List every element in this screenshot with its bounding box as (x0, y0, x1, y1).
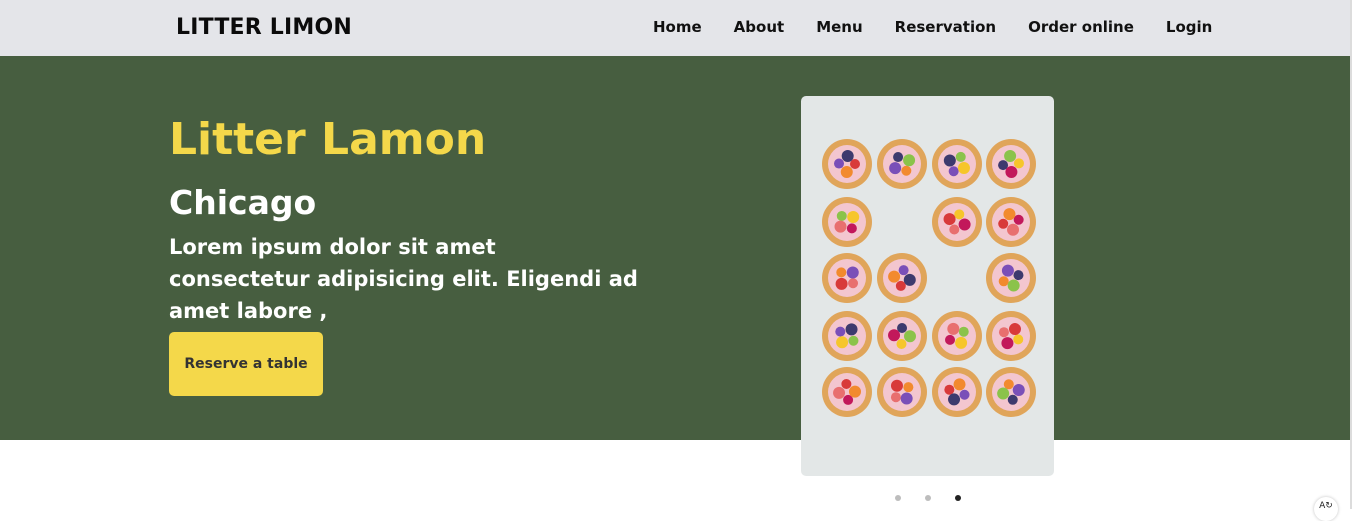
hero-title: Litter Lamon (169, 112, 486, 168)
nav-link-order-online[interactable]: Order online (1028, 18, 1134, 36)
carousel-dot-1[interactable] (895, 495, 901, 501)
carousel-dot-3[interactable] (955, 495, 961, 501)
translate-icon[interactable]: A↻ (1314, 497, 1338, 521)
nav-link-home[interactable]: Home (653, 18, 702, 36)
carousel-dots (895, 495, 965, 503)
top-navbar: LITTER LIMON Home About Menu Reservation… (0, 0, 1350, 56)
carousel-food-image (801, 96, 1054, 476)
nav-link-about[interactable]: About (734, 18, 785, 36)
reserve-table-button[interactable]: Reserve a table (169, 332, 323, 396)
nav-menu: Home About Menu Reservation Order online… (653, 18, 1212, 36)
brand-logo[interactable]: LITTER LIMON (176, 15, 352, 40)
nav-link-menu[interactable]: Menu (816, 18, 862, 36)
hero-subtitle: Chicago (169, 181, 316, 225)
nav-link-reservation[interactable]: Reservation (895, 18, 996, 36)
carousel-dot-2[interactable] (925, 495, 931, 501)
food-image-icon (801, 96, 1054, 476)
nav-link-login[interactable]: Login (1166, 18, 1212, 36)
hero-description: Lorem ipsum dolor sit amet consectetur a… (169, 231, 639, 327)
